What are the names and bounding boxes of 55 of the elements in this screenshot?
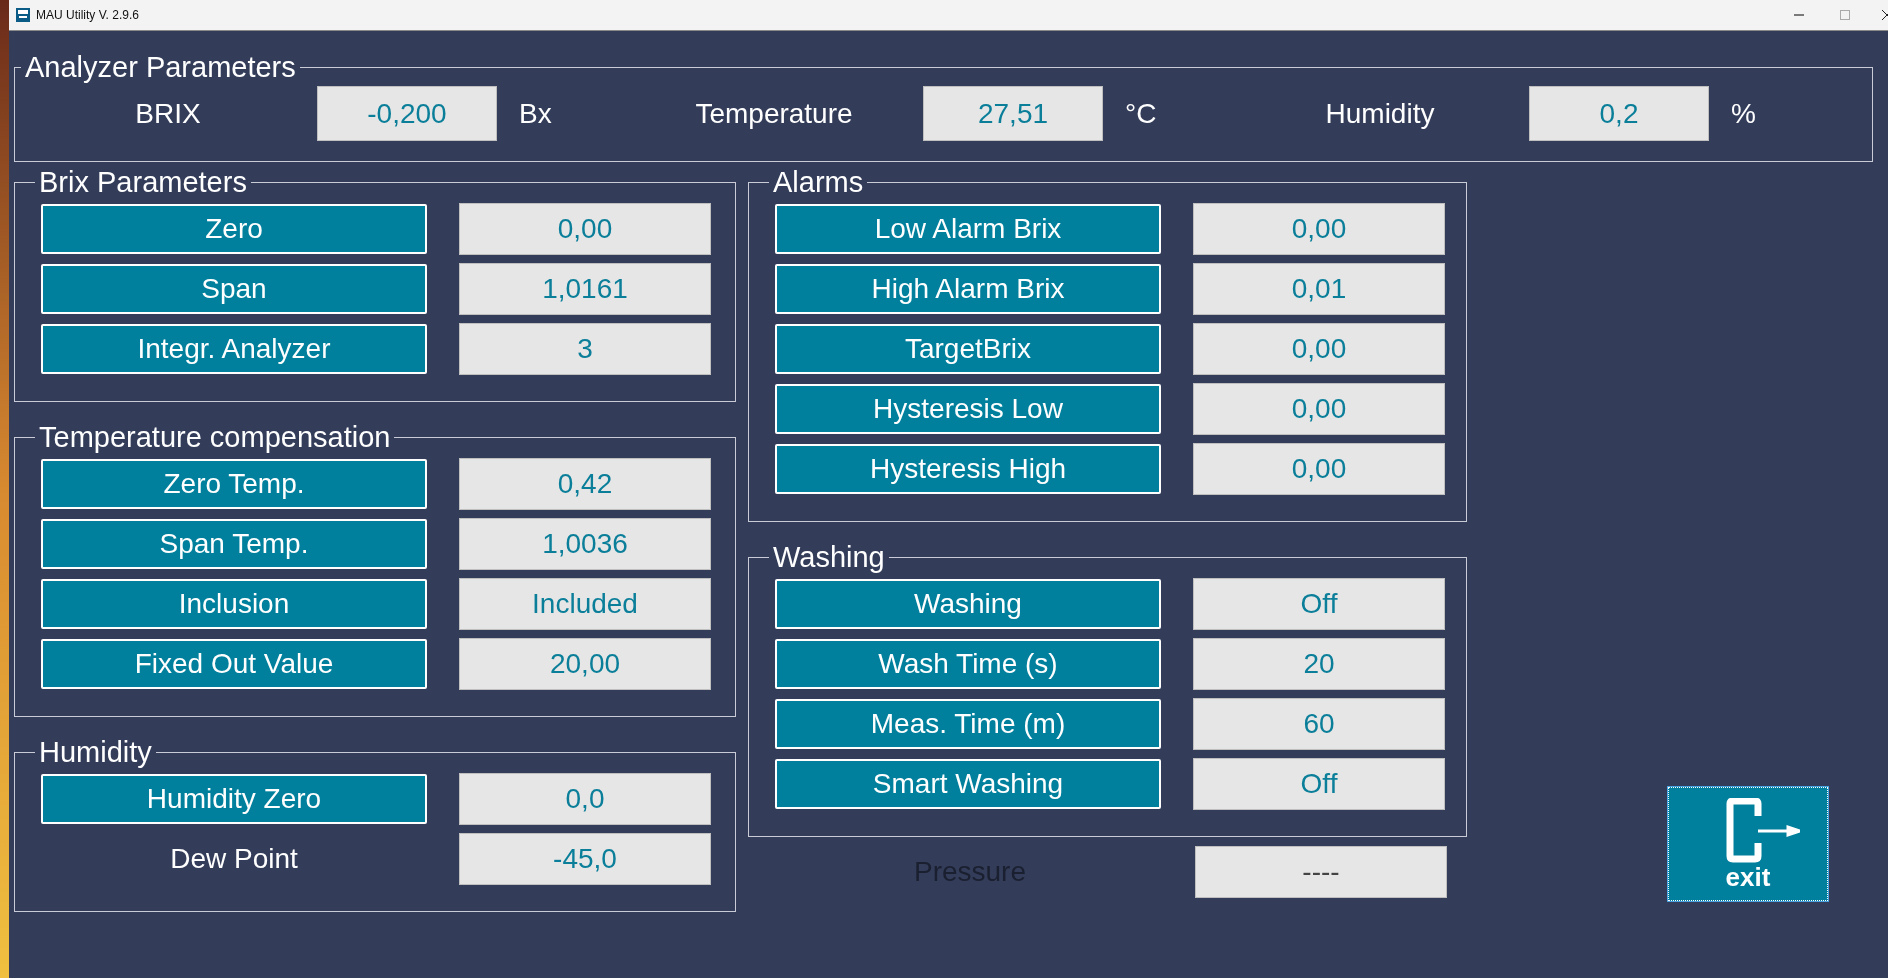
value-field: 0,01 <box>1193 263 1445 315</box>
value-field: 0,0 <box>459 773 711 825</box>
reading-label: BRIX <box>134 97 202 130</box>
value-field: 20,00 <box>459 638 711 690</box>
parameter-button[interactable]: Low Alarm Brix <box>775 204 1161 254</box>
value-field: 1,0036 <box>459 518 711 570</box>
reading-value: 27,51 <box>923 86 1103 141</box>
value-field: 0,00 <box>1193 383 1445 435</box>
reading-label: Humidity <box>1324 97 1436 130</box>
unit-label: Bx <box>518 97 552 130</box>
unit-label: °C <box>1124 97 1157 130</box>
value-field: Off <box>1193 578 1445 630</box>
parameter-button[interactable]: Hysteresis High <box>775 444 1161 494</box>
window-title: MAU Utility V. 2.9.6 <box>36 8 140 22</box>
value-field: 0,00 <box>1193 443 1445 495</box>
group-title: Analyzer Parameters <box>24 52 297 82</box>
group-title: Temperature compensation <box>38 422 392 452</box>
parameter-button[interactable]: Wash Time (s) <box>775 639 1161 689</box>
value-field: 20 <box>1193 638 1445 690</box>
parameter-button[interactable]: High Alarm Brix <box>775 264 1161 314</box>
exit-button[interactable]: exit <box>1668 787 1828 901</box>
app-icon <box>16 8 30 22</box>
parameter-button[interactable]: Fixed Out Value <box>41 639 427 689</box>
value-field: 1,0161 <box>459 263 711 315</box>
value-field: 3 <box>459 323 711 375</box>
group-title: Alarms <box>772 167 865 197</box>
reading-value: -0,200 <box>317 86 497 141</box>
parameter-button[interactable]: Meas. Time (m) <box>775 699 1161 749</box>
parameter-label: Dew Point <box>169 842 299 876</box>
group-title: Brix Parameters <box>38 167 248 197</box>
parameter-button[interactable]: Inclusion <box>41 579 427 629</box>
value-field: 0,00 <box>459 203 711 255</box>
value-field: 60 <box>1193 698 1445 750</box>
reading-value: 0,2 <box>1529 86 1709 141</box>
parameter-button[interactable]: Zero <box>41 204 427 254</box>
parameter-button[interactable]: Washing <box>775 579 1161 629</box>
parameter-button[interactable]: TargetBrix <box>775 324 1161 374</box>
reading-label: Temperature <box>694 97 854 130</box>
parameter-button[interactable]: Hysteresis Low <box>775 384 1161 434</box>
group-title: Washing <box>772 542 886 572</box>
value-field: 0,00 <box>1193 323 1445 375</box>
value-field: Included <box>459 578 711 630</box>
value-field: Off <box>1193 758 1445 810</box>
group-title: Humidity <box>38 737 153 767</box>
value-field: 0,00 <box>1193 203 1445 255</box>
parameter-button[interactable]: Humidity Zero <box>41 774 427 824</box>
parameter-button[interactable]: Integr. Analyzer <box>41 324 427 374</box>
parameter-button[interactable]: Span Temp. <box>41 519 427 569</box>
unit-label: % <box>1730 97 1756 130</box>
parameter-button[interactable]: Span <box>41 264 427 314</box>
value-field: 0,42 <box>459 458 711 510</box>
value-field: -45,0 <box>459 833 711 885</box>
parameter-button[interactable]: Smart Washing <box>775 759 1161 809</box>
parameter-button[interactable]: Zero Temp. <box>41 459 427 509</box>
value-field: ---- <box>1195 846 1447 898</box>
